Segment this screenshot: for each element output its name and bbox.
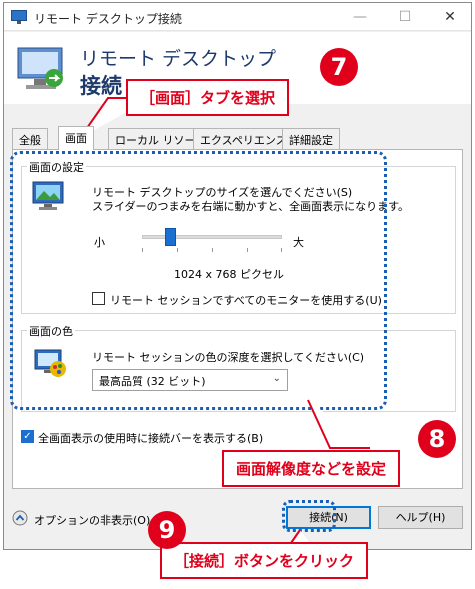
- help-button[interactable]: ヘルプ(H): [378, 506, 463, 529]
- step9-badge: 9: [148, 511, 186, 549]
- window-title: リモート デスクトップ接続: [34, 12, 182, 26]
- remote-desktop-app-icon: [11, 10, 27, 24]
- remote-desktop-logo-icon: [17, 47, 63, 89]
- options-toggle[interactable]: オプションの非表示(O): [12, 509, 152, 529]
- tab-display[interactable]: 画面: [58, 126, 94, 150]
- chevron-up-circle-icon[interactable]: [12, 510, 28, 526]
- settings-highlight-frame: [10, 151, 387, 410]
- banner-title-line1: リモート デスクトップ: [80, 48, 277, 70]
- title-bar: リモート デスクトップ接続 — ☐ ✕: [4, 3, 471, 31]
- step7-badge: 7: [320, 48, 358, 86]
- connection-bar-checkbox[interactable]: ✓: [21, 430, 34, 443]
- step8-badge: 8: [418, 420, 456, 458]
- callout-pointer: [307, 399, 370, 449]
- options-toggle-label[interactable]: オプションの非表示(O): [34, 512, 150, 528]
- connection-bar-label[interactable]: 全画面表示の使用時に接続バーを表示する(B): [38, 430, 263, 446]
- maximize-button[interactable]: ☐: [383, 3, 427, 31]
- step8-callout: 画面解像度などを設定: [222, 450, 401, 487]
- close-button[interactable]: ✕: [428, 3, 471, 31]
- tab-advanced[interactable]: 詳細設定: [282, 128, 340, 149]
- step7-callout: ［画面］タブを選択: [126, 79, 290, 116]
- tab-experience[interactable]: エクスペリエンス: [193, 128, 294, 149]
- minimize-button[interactable]: —: [338, 3, 382, 31]
- step9-callout: ［接続］ボタンをクリック: [160, 542, 369, 579]
- tab-general[interactable]: 全般: [12, 128, 48, 149]
